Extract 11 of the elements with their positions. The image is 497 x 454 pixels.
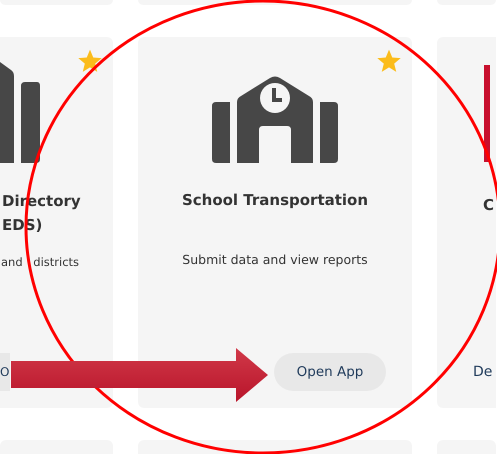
open-app-button[interactable]: De <box>473 353 492 391</box>
app-description: and districts <box>0 255 80 269</box>
app-description: Submit data and view reports <box>182 252 368 267</box>
open-app-button[interactable]: O <box>0 353 10 391</box>
star-icon[interactable] <box>77 48 103 74</box>
app-title: C <box>483 195 494 216</box>
bar-icon <box>484 63 490 164</box>
star-icon[interactable] <box>376 48 402 74</box>
building-icon <box>0 62 40 163</box>
app-title: School Transportation <box>182 190 368 211</box>
open-app-button[interactable]: Open App <box>274 353 386 391</box>
